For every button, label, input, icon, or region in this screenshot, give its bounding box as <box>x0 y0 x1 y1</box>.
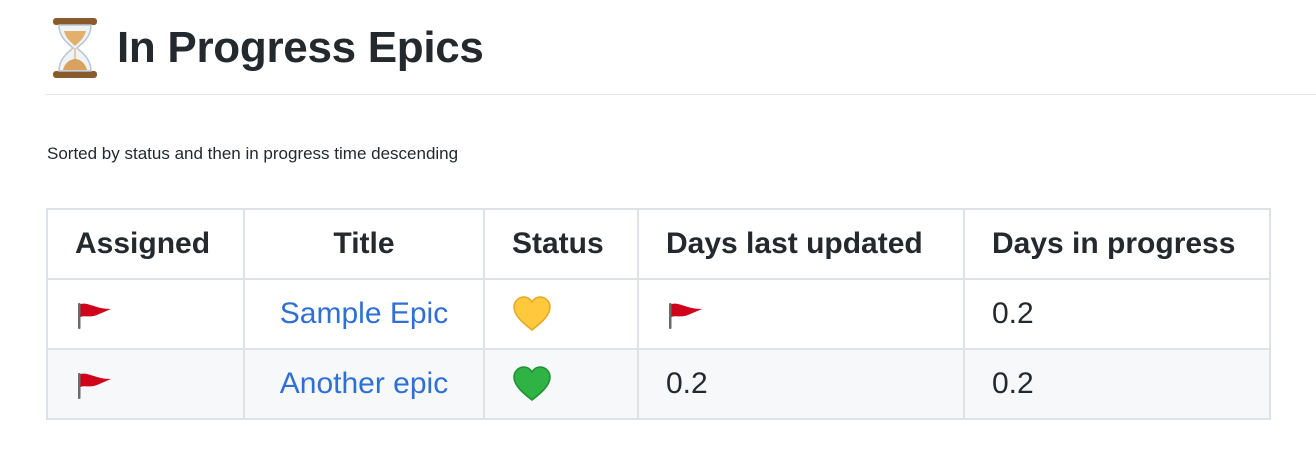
epics-table: Assigned Title Status Days last updated … <box>46 208 1271 420</box>
cell-status <box>483 278 639 350</box>
page-title: In Progress Epics <box>117 23 484 72</box>
column-header-days-last-updated: Days last updated <box>637 208 965 280</box>
green-heart-icon <box>513 366 551 401</box>
epic-link[interactable]: Another epic <box>280 367 448 400</box>
column-header-title: Title <box>243 208 485 280</box>
cell-status <box>483 348 639 420</box>
table-row: Another epic 0.2 0.2 <box>46 348 1271 420</box>
table-row: Sample Epic 0.2 <box>46 278 1271 350</box>
cell-title: Another epic <box>243 348 485 420</box>
cell-assigned <box>46 348 245 420</box>
yellow-heart-icon <box>513 296 551 331</box>
sort-description: Sorted by status and then in progress ti… <box>47 144 459 163</box>
page-heading: In Progress Epics <box>47 10 484 86</box>
page: In Progress Epics Sorted by status and t… <box>0 0 1316 462</box>
column-header-days-in-progress: Days in progress <box>963 208 1271 280</box>
column-header-assigned: Assigned <box>46 208 245 280</box>
heading-divider <box>46 94 1316 95</box>
cell-days-last-updated: 0.2 <box>637 348 965 420</box>
red-flag-icon <box>78 373 111 400</box>
cell-title: Sample Epic <box>243 278 485 350</box>
cell-days-last-updated <box>637 278 965 350</box>
red-flag-icon <box>78 303 111 330</box>
cell-assigned <box>46 278 245 350</box>
cell-days-in-progress: 0.2 <box>963 278 1271 350</box>
epic-link[interactable]: Sample Epic <box>280 297 448 330</box>
red-flag-icon <box>669 303 702 330</box>
table-header-row: Assigned Title Status Days last updated … <box>46 208 1271 280</box>
hourglass-icon <box>53 18 97 78</box>
column-header-status: Status <box>483 208 639 280</box>
cell-days-in-progress: 0.2 <box>963 348 1271 420</box>
